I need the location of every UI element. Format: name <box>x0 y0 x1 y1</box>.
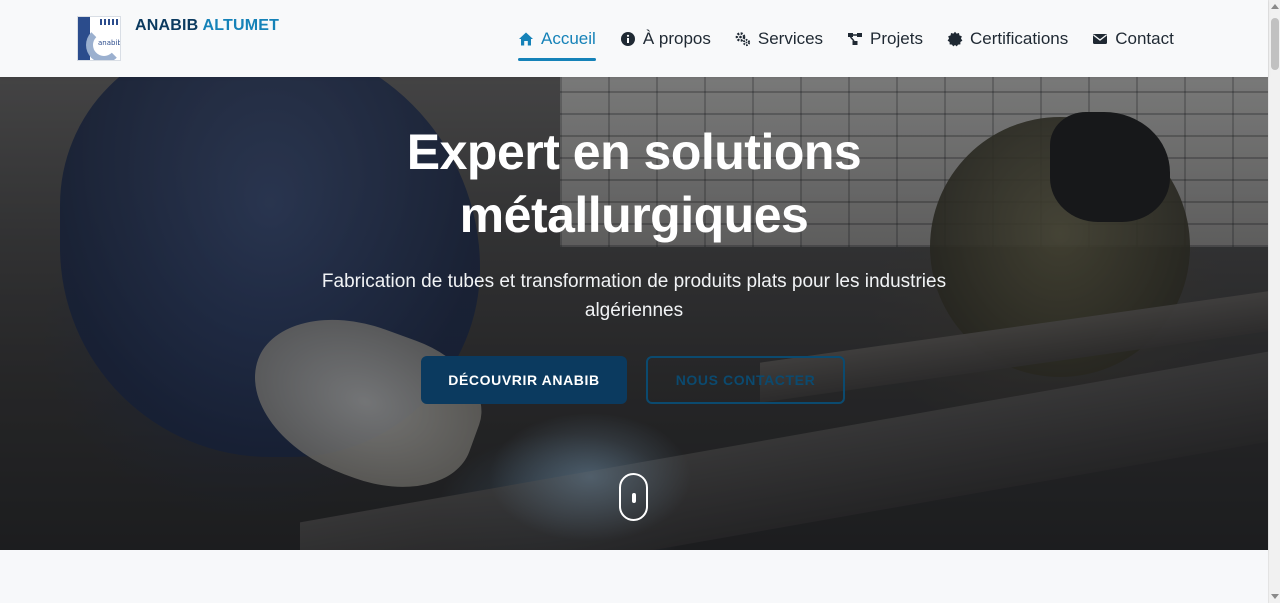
nav-item-projets[interactable]: Projets <box>847 28 923 50</box>
page-scrollbar[interactable] <box>1268 0 1280 603</box>
anabib-logo[interactable]: anabib <box>77 16 121 61</box>
home-icon <box>519 32 533 46</box>
project-diagram-icon <box>848 33 863 45</box>
hero-subtitle-line1: Fabrication de tubes et transformation d… <box>321 271 947 292</box>
hero-subtitle: Fabrication de tubes et transformation d… <box>234 267 1034 325</box>
nav-label: Services <box>757 29 824 48</box>
nav-label: À propos <box>642 29 711 48</box>
discover-anabib-button[interactable]: DÉCOUVRIR ANABIB <box>421 356 627 404</box>
logo-text: anabib <box>98 39 121 47</box>
envelope-icon <box>1093 34 1108 44</box>
hero-title: Expert en solutions métallurgiques <box>234 121 1034 247</box>
site-header: anabib ANABIB ALTUMET Accueil À propos S… <box>0 0 1268 77</box>
nav-item-certifications[interactable]: Certifications <box>947 28 1068 50</box>
hero-content: Expert en solutions métallurgiques Fabri… <box>0 77 1268 550</box>
nav-label: Projets <box>870 29 923 48</box>
scrollbar-thumb[interactable] <box>1271 18 1279 70</box>
contact-us-button[interactable]: NOUS CONTACTER <box>646 356 845 404</box>
brand-name-part2: ALTUMET <box>202 17 280 34</box>
certificate-icon <box>947 31 963 47</box>
nav-label: Accueil <box>541 29 596 48</box>
scroll-down-indicator[interactable] <box>619 473 648 521</box>
scroll-down-arrow-icon[interactable] <box>1271 594 1279 599</box>
nav-label: Certifications <box>969 29 1069 48</box>
hero-subtitle-line2: algériennes <box>584 300 684 321</box>
hero-section: Expert en solutions métallurgiques Fabri… <box>0 77 1268 550</box>
logo-crenellation <box>100 19 120 25</box>
brand-name[interactable]: ANABIB ALTUMET <box>135 17 279 35</box>
nav-item-a-propos[interactable]: À propos <box>620 28 711 50</box>
hero-title-line2: métallurgiques <box>459 187 809 243</box>
scroll-up-arrow-icon[interactable] <box>1271 4 1279 9</box>
gears-icon <box>735 32 750 47</box>
brand-name-part1: ANABIB <box>135 17 199 34</box>
nav-label: Contact <box>1115 29 1174 48</box>
info-circle-icon <box>620 32 635 46</box>
main-navigation: Accueil À propos Services Projets Certif… <box>518 28 1174 61</box>
hero-title-line1: Expert en solutions <box>406 124 862 180</box>
nav-item-services[interactable]: Services <box>735 28 823 50</box>
scroll-wheel-dot <box>632 493 636 503</box>
nav-item-contact[interactable]: Contact <box>1092 28 1174 50</box>
nav-item-accueil[interactable]: Accueil <box>518 28 596 61</box>
